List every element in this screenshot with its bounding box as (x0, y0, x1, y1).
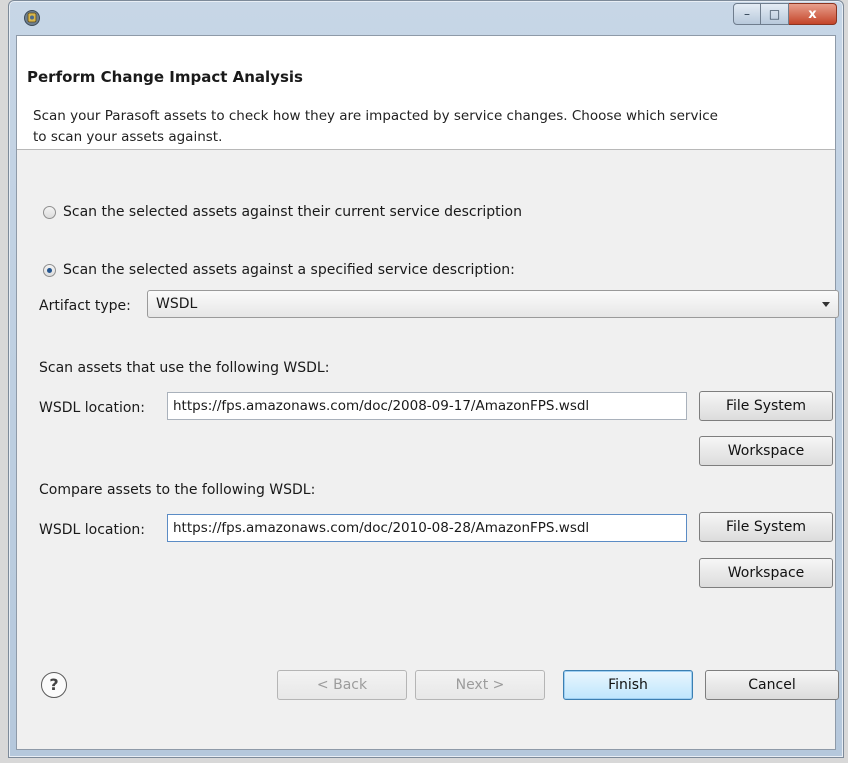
finish-button[interactable]: Finish (563, 670, 693, 700)
radio-current-description[interactable]: Scan the selected assets against their c… (43, 204, 522, 220)
radio-specified-description[interactable]: Scan the selected assets against a speci… (43, 262, 515, 278)
compare-section-heading: Compare assets to the following WSDL: (39, 482, 316, 498)
artifact-type-select[interactable]: WSDL (147, 290, 839, 318)
artifact-type-label: Artifact type: (39, 298, 131, 314)
compare-file-system-button[interactable]: File System (699, 512, 833, 542)
scan-file-system-button[interactable]: File System (699, 391, 833, 421)
dialog-client-area: Perform Change Impact Analysis Scan your… (16, 35, 839, 750)
compare-wsdl-location-label: WSDL location: (39, 522, 146, 538)
scan-section-heading: Scan assets that use the following WSDL: (39, 360, 330, 376)
scan-wsdl-location-input[interactable]: https://fps.amazonaws.com/doc/2008-09-17… (167, 392, 687, 420)
parasoft-app-icon (24, 10, 40, 26)
title-bar[interactable]: – □ x (9, 1, 843, 35)
minimize-button[interactable]: – (733, 3, 761, 25)
radio-button-unchecked[interactable] (43, 205, 56, 219)
dialog-window: – □ x Perform Change Impact Analysis Sca… (8, 0, 844, 758)
maximize-button[interactable]: □ (761, 3, 789, 25)
compare-workspace-button[interactable]: Workspace (699, 558, 833, 588)
radio-button-checked[interactable] (43, 263, 56, 277)
help-icon[interactable]: ? (41, 672, 67, 698)
artifact-type-value: WSDL (156, 296, 198, 312)
cancel-button[interactable]: Cancel (705, 670, 839, 700)
window-controls: – □ x (733, 3, 837, 25)
scan-workspace-button[interactable]: Workspace (699, 436, 833, 466)
chevron-down-icon (822, 302, 830, 307)
page-description: Scan your Parasoft assets to check how t… (33, 108, 718, 145)
radio-specified-label: Scan the selected assets against a speci… (63, 262, 515, 278)
next-button[interactable]: Next > (415, 670, 545, 700)
scan-wsdl-location-label: WSDL location: (39, 400, 146, 416)
close-button[interactable]: x (789, 3, 837, 25)
radio-current-label: Scan the selected assets against their c… (63, 204, 522, 220)
page-title: Perform Change Impact Analysis (27, 68, 303, 86)
compare-wsdl-location-input[interactable]: https://fps.amazonaws.com/doc/2010-08-28… (167, 514, 687, 542)
back-button[interactable]: < Back (277, 670, 407, 700)
wizard-banner: Perform Change Impact Analysis Scan your… (17, 36, 835, 150)
